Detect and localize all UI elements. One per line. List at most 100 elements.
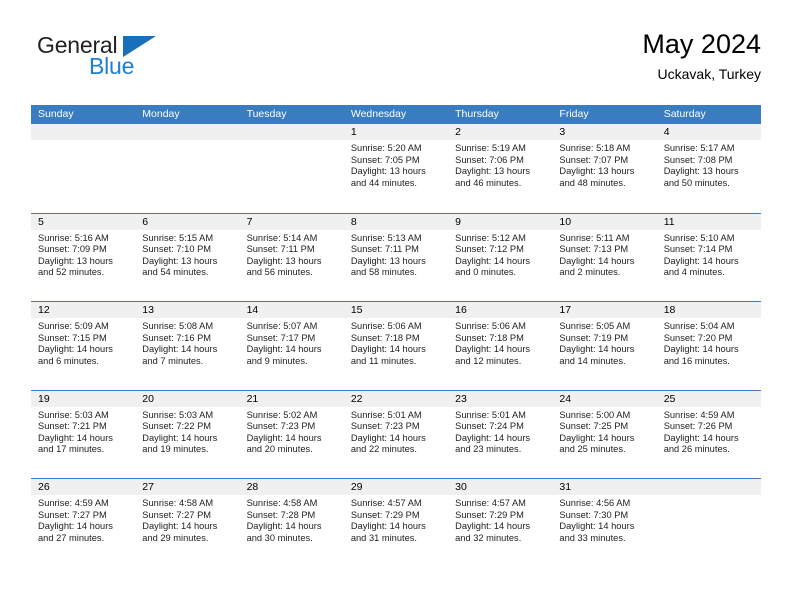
calendar-day-cell[interactable]: 14 Sunrise: 5:07 AM Sunset: 7:17 PM Dayligh…	[239, 302, 344, 390]
day-info: Sunrise: 5:06 AM Sunset: 7:18 PM Daylight:…	[448, 318, 552, 367]
calendar-day-cell[interactable]: 21 Sunrise: 5:02 AM Sunset: 7:23 PM Dayligh…	[239, 390, 344, 478]
daylight-text-line2: and 17 minutes.	[38, 444, 105, 455]
day-number-band: 15	[343, 302, 449, 318]
sunset-text: Sunset: 7:13 PM	[559, 244, 629, 255]
calendar-day-cell[interactable]: 24 Sunrise: 5:00 AM Sunset: 7:25 PM Dayligh…	[552, 390, 657, 478]
day-number-band: 21	[239, 390, 344, 407]
sunrise-text: Sunrise: 5:01 AM	[350, 409, 422, 420]
sunset-text: Sunset: 7:23 PM	[350, 421, 420, 432]
daylight-text-line2: and 52 minutes.	[38, 267, 105, 278]
sunrise-text: Sunrise: 4:57 AM	[350, 498, 422, 508]
daylight-text-line1: Daylight: 13 hours	[350, 166, 426, 177]
calendar-day-cell[interactable]: 12 Sunrise: 5:09 AM Sunset: 7:15 PM Dayligh…	[31, 302, 136, 390]
sunrise-text: Sunrise: 5:00 AM	[559, 409, 631, 420]
calendar-day-cell[interactable]: 26 Sunrise: 4:59 AM Sunset: 7:27 PM Dayligh…	[31, 479, 136, 567]
daylight-text-line1: Daylight: 14 hours	[663, 432, 739, 443]
calendar-page: General Blue May 2024 Uckavak, Turkey Su…	[0, 0, 792, 612]
daylight-text-line2: and 6 minutes.	[38, 355, 99, 366]
day-info: Sunrise: 5:10 AM Sunset: 7:14 PM Daylight:…	[657, 230, 761, 279]
day-number: 28	[246, 481, 259, 493]
daylight-text-line2: and 33 minutes.	[559, 532, 626, 543]
day-number-band: 6	[135, 213, 240, 230]
day-number-band: 11	[656, 213, 761, 230]
sunrise-text: Sunrise: 5:13 AM	[350, 232, 422, 243]
day-info: Sunrise: 5:07 AM Sunset: 7:17 PM Daylight:…	[240, 318, 344, 367]
daylight-text-line2: and 50 minutes.	[663, 177, 730, 188]
sunrise-text: Sunrise: 5:03 AM	[38, 409, 109, 420]
calendar-day-cell[interactable]: 20 Sunrise: 5:03 AM Sunset: 7:22 PM Dayligh…	[135, 390, 240, 478]
calendar-day-cell[interactable]: 18 Sunrise: 5:04 AM Sunset: 7:20 PM Dayligh…	[656, 302, 761, 390]
calendar-day-cell[interactable]: 15 Sunrise: 5:06 AM Sunset: 7:18 PM Dayligh…	[343, 302, 449, 390]
daylight-text-line2: and 58 minutes.	[350, 267, 417, 278]
sunrise-text: Sunrise: 4:58 AM	[142, 498, 214, 508]
day-number: 26	[38, 481, 50, 493]
calendar-day-cell[interactable]: 27 Sunrise: 4:58 AM Sunset: 7:27 PM Dayligh…	[135, 479, 240, 567]
day-number-band: 16	[448, 302, 553, 318]
day-info: Sunrise: 5:01 AM Sunset: 7:23 PM Daylight:…	[344, 407, 448, 456]
day-number-band: 20	[135, 390, 240, 407]
calendar-day-cell[interactable]: 1 Sunrise: 5:20 AM Sunset: 7:05 PM Daylight…	[343, 124, 449, 213]
daylight-text-line2: and 56 minutes.	[246, 267, 313, 278]
sunset-text: Sunset: 7:30 PM	[559, 509, 629, 520]
sunset-text: Sunset: 7:17 PM	[246, 332, 316, 343]
daylight-text-line2: and 31 minutes.	[350, 532, 417, 543]
calendar-day-cell[interactable]: 19 Sunrise: 5:03 AM Sunset: 7:21 PM Dayligh…	[31, 390, 136, 478]
day-info: Sunrise: 4:59 AM Sunset: 7:26 PM Daylight:…	[657, 407, 761, 456]
calendar-grid: Sunday Monday Tuesday Wednesday Thursday Frid…	[31, 105, 761, 567]
sunrise-text: Sunrise: 5:14 AM	[246, 232, 318, 243]
daylight-text-line2: and 7 minutes.	[142, 355, 204, 366]
sunset-text: Sunset: 7:29 PM	[350, 509, 420, 520]
daylight-text-line2: and 9 minutes.	[246, 355, 308, 366]
calendar-day-cell[interactable]: 25 Sunrise: 4:59 AM Sunset: 7:26 PM Dayligh…	[656, 390, 761, 478]
day-number-band: 31	[552, 479, 657, 495]
calendar-day-cell[interactable]: 11 Sunrise: 5:10 AM Sunset: 7:14 PM Dayligh…	[656, 213, 761, 301]
sunset-text: Sunset: 7:20 PM	[663, 332, 733, 343]
calendar-day-cell[interactable]: 30 Sunrise: 4:57 AM Sunset: 7:29 PM Dayligh…	[448, 479, 553, 567]
day-number: 12	[38, 304, 50, 316]
calendar-day-cell[interactable]: 7 Sunrise: 5:14 AM Sunset: 7:11 PM Daylight…	[239, 213, 344, 301]
calendar-week-row: 12 Sunrise: 5:09 AM Sunset: 7:15 PM Dayligh…	[31, 301, 761, 390]
sunrise-text: Sunrise: 5:16 AM	[38, 232, 109, 243]
calendar-day-cell[interactable]: 13 Sunrise: 5:08 AM Sunset: 7:16 PM Dayligh…	[135, 302, 240, 390]
day-number: 23	[455, 392, 467, 405]
calendar-day-cell-empty	[31, 124, 136, 213]
day-number: 14	[246, 304, 259, 316]
calendar-day-cell[interactable]: 4 Sunrise: 5:17 AM Sunset: 7:08 PM Daylight…	[656, 124, 761, 213]
calendar-day-cell[interactable]: 22 Sunrise: 5:01 AM Sunset: 7:23 PM Dayligh…	[343, 390, 449, 478]
calendar-day-cell[interactable]: 5 Sunrise: 5:16 AM Sunset: 7:09 PM Daylight…	[31, 213, 136, 301]
calendar-day-cell[interactable]: 31 Sunrise: 4:56 AM Sunset: 7:30 PM Dayligh…	[552, 479, 657, 567]
day-number-band: 23	[448, 390, 553, 407]
daylight-text-line1: Daylight: 14 hours	[246, 344, 322, 355]
day-number: 7	[246, 215, 253, 228]
calendar-day-cell[interactable]: 16 Sunrise: 5:06 AM Sunset: 7:18 PM Dayligh…	[448, 302, 553, 390]
calendar-day-cell[interactable]: 28 Sunrise: 4:58 AM Sunset: 7:28 PM Dayligh…	[239, 479, 344, 567]
calendar-day-cell-empty	[239, 124, 344, 213]
calendar-day-cell[interactable]: 23 Sunrise: 5:01 AM Sunset: 7:24 PM Dayligh…	[448, 390, 553, 478]
calendar-day-cell[interactable]: 10 Sunrise: 5:11 AM Sunset: 7:13 PM Dayligh…	[552, 213, 657, 301]
calendar-day-cell[interactable]: 29 Sunrise: 4:57 AM Sunset: 7:29 PM Dayligh…	[343, 479, 449, 567]
day-info: Sunrise: 5:12 AM Sunset: 7:12 PM Daylight:…	[448, 230, 552, 279]
calendar-day-cell[interactable]: 3 Sunrise: 5:18 AM Sunset: 7:07 PM Daylight…	[552, 124, 657, 213]
calendar-day-cell[interactable]: 8 Sunrise: 5:13 AM Sunset: 7:11 PM Daylight…	[343, 213, 449, 301]
daylight-text-line1: Daylight: 13 hours	[38, 255, 113, 266]
day-number-band: 18	[656, 302, 761, 318]
calendar-day-cell[interactable]: 2 Sunrise: 5:19 AM Sunset: 7:06 PM Daylight…	[448, 124, 553, 213]
day-number-band: 26	[31, 479, 136, 495]
daylight-text-line2: and 19 minutes.	[142, 444, 209, 455]
day-info: Sunrise: 5:00 AM Sunset: 7:25 PM Daylight:…	[552, 407, 656, 456]
calendar-day-cell[interactable]: 6 Sunrise: 5:15 AM Sunset: 7:10 PM Daylight…	[135, 213, 240, 301]
day-info: Sunrise: 5:18 AM Sunset: 7:07 PM Daylight:…	[552, 140, 656, 189]
day-info: Sunrise: 5:03 AM Sunset: 7:22 PM Daylight:…	[135, 407, 239, 456]
title-block: May 2024 Uckavak, Turkey	[642, 28, 761, 84]
day-number: 15	[350, 304, 363, 316]
sunset-text: Sunset: 7:19 PM	[559, 332, 629, 343]
daylight-text-line2: and 14 minutes.	[559, 355, 626, 366]
calendar-day-cell[interactable]: 9 Sunrise: 5:12 AM Sunset: 7:12 PM Daylight…	[448, 213, 553, 301]
weekday-header-monday: Monday	[142, 108, 180, 120]
calendar-day-cell[interactable]: 17 Sunrise: 5:05 AM Sunset: 7:19 PM Dayligh…	[552, 302, 657, 390]
sunrise-text: Sunrise: 5:05 AM	[559, 321, 631, 331]
sunset-text: Sunset: 7:05 PM	[350, 154, 420, 165]
brand-logo[interactable]: General Blue	[31, 32, 261, 90]
day-info: Sunrise: 5:02 AM Sunset: 7:23 PM Daylight:…	[240, 407, 344, 456]
daylight-text-line1: Daylight: 14 hours	[455, 344, 531, 355]
